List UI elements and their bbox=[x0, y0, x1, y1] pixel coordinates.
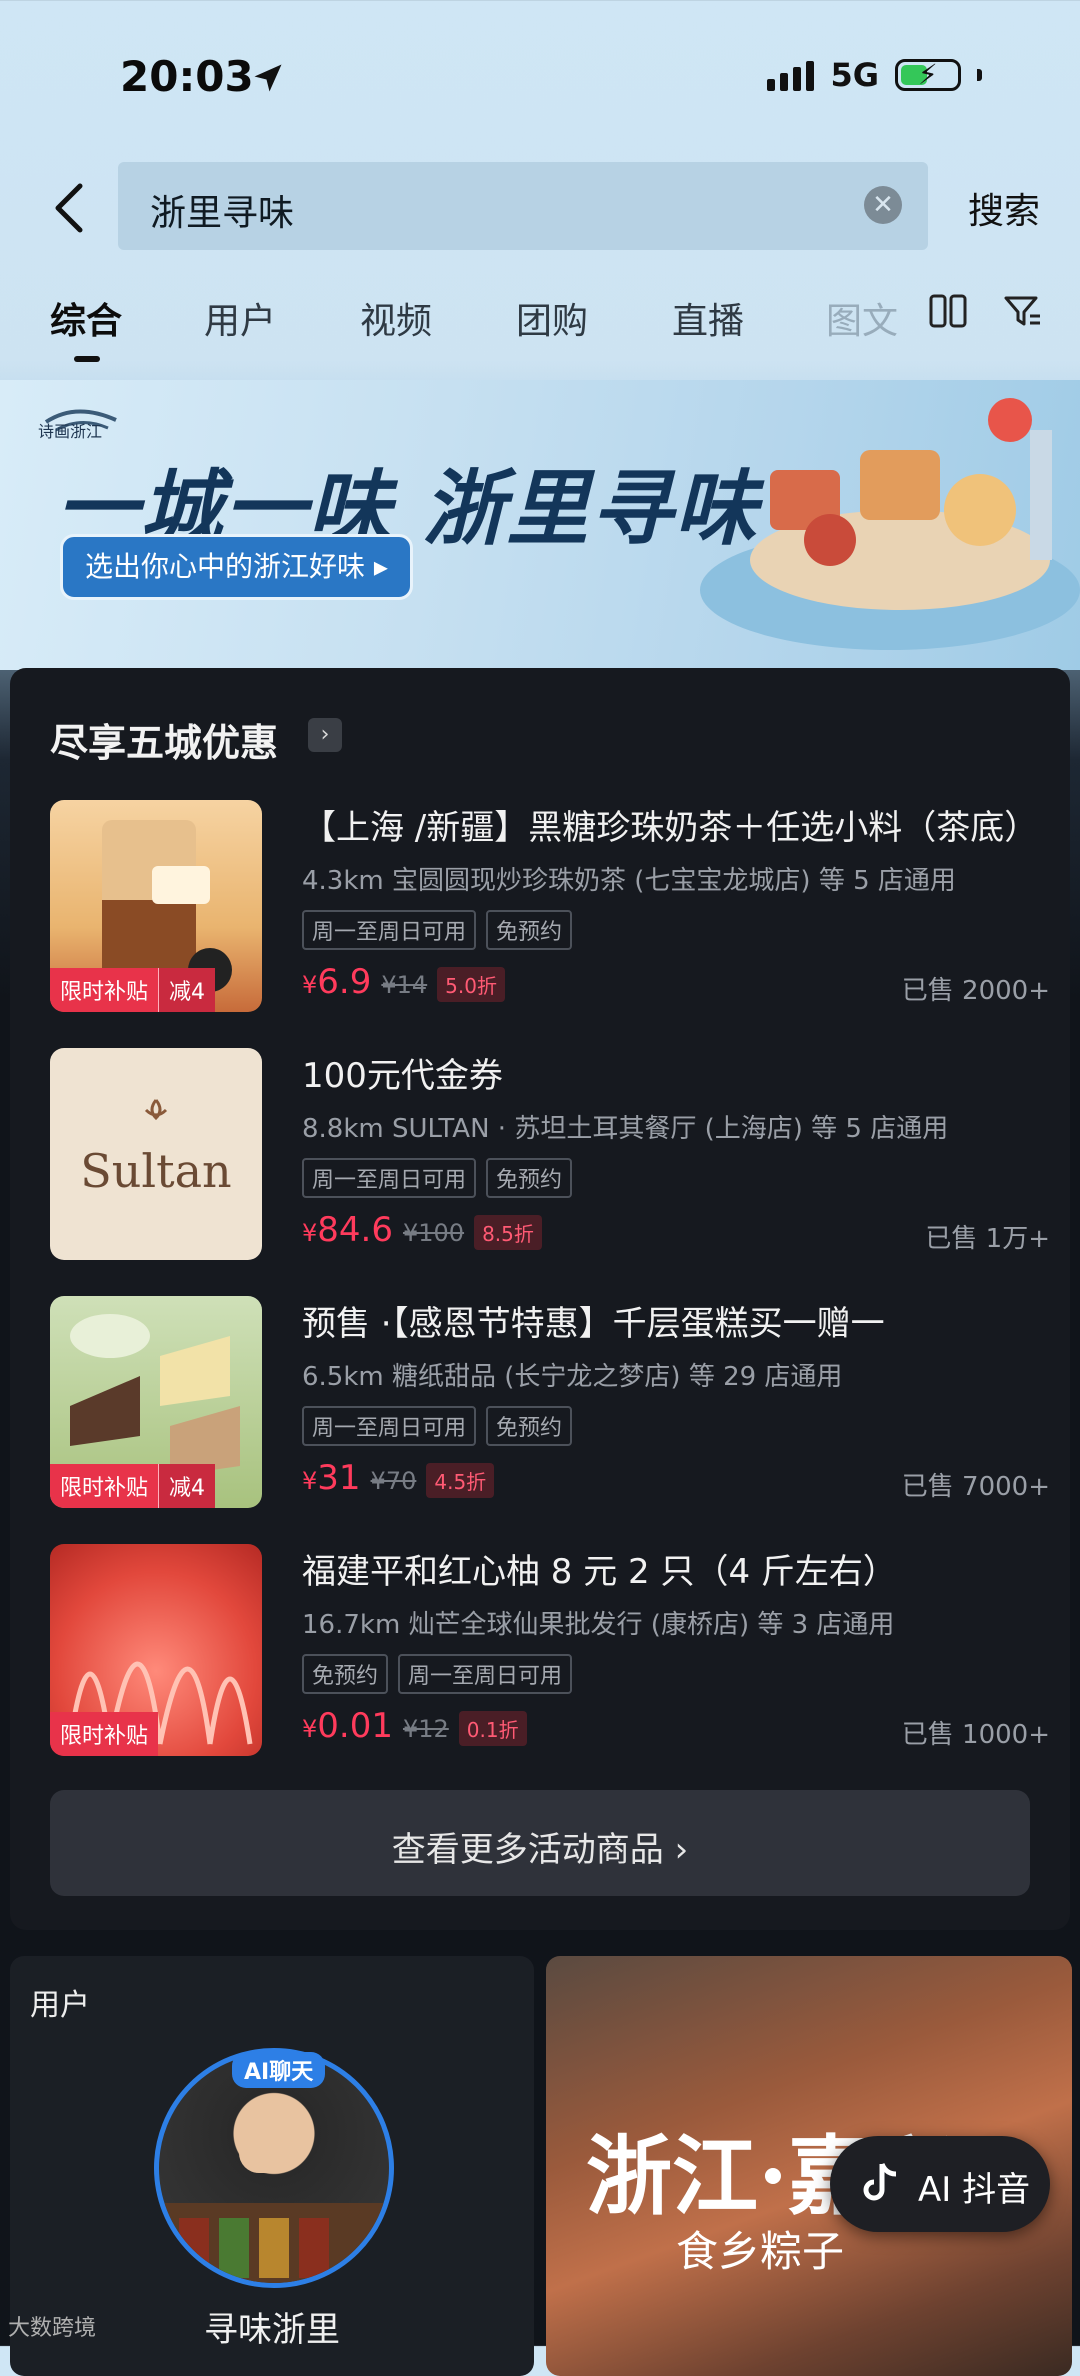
search-input[interactable]: 浙里寻味 ✕ bbox=[118, 162, 928, 250]
deal-tags: 限时补贴 减4 bbox=[50, 968, 216, 1012]
banner-logo-text: 诗画浙江 bbox=[38, 422, 103, 441]
deal-title: 100元代金券 bbox=[302, 1056, 503, 1096]
tab-image-text[interactable]: 图文 bbox=[826, 292, 898, 344]
price-row: ¥84.6 ¥100 8.5折 bbox=[302, 1210, 542, 1250]
food-island-illustration bbox=[700, 398, 1080, 650]
deal-item[interactable]: 限时补贴 减4 【上海 /新疆】黑糖珍珠奶茶＋任选小料（茶底） 4.3km 宝圆… bbox=[50, 800, 1050, 1014]
original-price: ¥12 bbox=[402, 1715, 449, 1743]
deal-title: 福建平和红心柚 8 元 2 只（4 斤左右） bbox=[302, 1552, 897, 1592]
sold-count: 已售 1万+ bbox=[925, 1224, 1050, 1254]
tab-videos[interactable]: 视频 bbox=[360, 292, 432, 344]
filter-icon[interactable] bbox=[1002, 292, 1042, 332]
deal-title: 预售 ·【感恩节特惠】千层蛋糕买一赠一 bbox=[302, 1304, 885, 1344]
battery-nub bbox=[977, 69, 982, 81]
sultan-wordmark: Sultan bbox=[80, 1144, 232, 1198]
discount-tag: 减4 bbox=[158, 1464, 216, 1508]
chip: 周一至周日可用 bbox=[302, 910, 477, 950]
chip: 周一至周日可用 bbox=[302, 1406, 477, 1446]
deal-price: ¥31 bbox=[302, 1458, 361, 1498]
chip: 周一至周日可用 bbox=[398, 1654, 573, 1694]
tab-group-buy[interactable]: 团购 bbox=[516, 292, 588, 344]
subsidy-tag: 限时补贴 bbox=[50, 1712, 159, 1756]
discount-tag: 减4 bbox=[158, 968, 216, 1012]
deal-chips: 周一至周日可用 免预约 bbox=[302, 1406, 573, 1446]
deal-item[interactable]: 限时补贴 减4 预售 ·【感恩节特惠】千层蛋糕买一赠一 6.5km 糖纸甜品 (… bbox=[50, 1296, 1050, 1510]
deal-item[interactable]: 限时补贴 福建平和红心柚 8 元 2 只（4 斤左右） 16.7km 灿芒全球仙… bbox=[50, 1544, 1050, 1758]
watermark: 大数跨境 bbox=[8, 2316, 97, 2341]
chevron-right-icon: › bbox=[674, 1830, 689, 1870]
deal-store: 4.3km 宝圆圆现炒珍珠奶茶 (七宝宝龙城店) 等 5 店通用 bbox=[302, 866, 956, 896]
discount-rate: 0.1折 bbox=[458, 1711, 527, 1746]
section-label-users: 用户 bbox=[30, 1988, 90, 2023]
deal-chips: 周一至周日可用 免预约 bbox=[302, 1158, 573, 1198]
back-arrow-icon[interactable] bbox=[44, 180, 94, 236]
chip: 免预约 bbox=[486, 910, 573, 950]
deal-store: 6.5km 糖纸甜品 (长宁龙之梦店) 等 29 店通用 bbox=[302, 1362, 843, 1392]
tab-users[interactable]: 用户 bbox=[204, 292, 276, 344]
original-price: ¥14 bbox=[381, 971, 428, 999]
discount-rate: 4.5折 bbox=[426, 1463, 495, 1498]
view-more-deals-button[interactable]: 查看更多活动商品 › bbox=[50, 1790, 1030, 1896]
deal-title: 【上海 /新疆】黑糖珍珠奶茶＋任选小料（茶底） bbox=[302, 808, 1039, 848]
deal-thumbnail: 限时补贴 减4 bbox=[50, 1296, 262, 1508]
ai-douyin-button[interactable]: AI 抖音 bbox=[830, 2136, 1050, 2232]
banner-cta-button[interactable]: 选出你心中的浙江好味 ▸ bbox=[60, 534, 413, 600]
discount-rate: 5.0折 bbox=[437, 967, 505, 1002]
sold-count: 已售 7000+ bbox=[901, 1472, 1050, 1502]
deal-thumbnail: 限时补贴 减4 bbox=[50, 800, 262, 1012]
location-arrow-icon bbox=[254, 64, 282, 92]
chevron-right-icon[interactable]: › bbox=[308, 718, 342, 752]
chip: 免预约 bbox=[486, 1158, 573, 1198]
sold-count: 已售 2000+ bbox=[901, 976, 1050, 1006]
ai-douyin-label: AI 抖音 bbox=[918, 2170, 1031, 2210]
sold-count: 已售 1000+ bbox=[901, 1720, 1050, 1750]
active-tab-indicator bbox=[74, 356, 100, 362]
chip: 免预约 bbox=[486, 1406, 573, 1446]
deal-price: ¥0.01 bbox=[302, 1706, 393, 1746]
status-time: 20:03 bbox=[120, 52, 254, 101]
price-row: ¥0.01 ¥12 0.1折 bbox=[302, 1706, 527, 1746]
chip: 周一至周日可用 bbox=[302, 1158, 477, 1198]
battery-icon: ⚡ bbox=[895, 58, 961, 91]
chip: 免预约 bbox=[302, 1654, 389, 1694]
deal-tags: 限时补贴 减4 bbox=[50, 1464, 216, 1508]
ai-chat-badge[interactable]: AI聊天 bbox=[232, 2052, 326, 2088]
deal-tags: 限时补贴 bbox=[50, 1712, 159, 1756]
deals-title[interactable]: 尽享五城优惠 bbox=[50, 712, 278, 767]
deal-price: ¥6.9 bbox=[302, 962, 372, 1002]
deal-thumbnail: 限时补贴 bbox=[50, 1544, 262, 1756]
result-tabs: 综合 用户 视频 团购 直播 图文 bbox=[0, 286, 1080, 366]
deal-chips: 免预约 周一至周日可用 bbox=[302, 1654, 573, 1694]
layout-toggle-icon[interactable] bbox=[928, 292, 968, 332]
original-price: ¥100 bbox=[402, 1219, 465, 1247]
view-more-label: 查看更多活动商品 bbox=[391, 1830, 664, 1870]
deal-price: ¥84.6 bbox=[302, 1210, 393, 1250]
deal-item[interactable]: Sultan 100元代金券 8.8km SULTAN · 苏坦土耳其餐厅 (上… bbox=[50, 1048, 1050, 1262]
tab-general[interactable]: 综合 bbox=[50, 292, 122, 344]
promo-banner[interactable]: 诗画浙江 一城一味 浙里寻味 选出你心中的浙江好味 ▸ bbox=[0, 380, 1080, 670]
video-subtitle: 食乡粽子 bbox=[676, 2227, 845, 2276]
deal-store: 16.7km 灿芒全球仙果批发行 (康桥店) 等 3 店通用 bbox=[302, 1610, 895, 1640]
price-row: ¥31 ¥70 4.5折 bbox=[302, 1458, 495, 1498]
subsidy-tag: 限时补贴 bbox=[50, 968, 159, 1012]
deals-section: 尽享五城优惠 › 限时补贴 减4 【上海 /新疆】黑糖珍珠奶茶＋任选小料（茶底）… bbox=[10, 668, 1070, 1930]
douyin-logo-icon bbox=[863, 2162, 897, 2201]
clear-icon[interactable]: ✕ bbox=[864, 186, 902, 224]
deal-store: 8.8km SULTAN · 苏坦土耳其餐厅 (上海店) 等 5 店通用 bbox=[302, 1114, 949, 1144]
search-button[interactable]: 搜索 bbox=[968, 182, 1040, 234]
deal-thumbnail: Sultan bbox=[50, 1048, 262, 1260]
search-query: 浙里寻味 bbox=[150, 193, 295, 234]
signal-icon bbox=[767, 59, 815, 91]
network-type: 5G bbox=[830, 56, 879, 94]
status-indicators: 5G ⚡ bbox=[767, 56, 982, 94]
deal-chips: 周一至周日可用 免预约 bbox=[302, 910, 573, 950]
discount-rate: 8.5折 bbox=[474, 1215, 542, 1250]
original-price: ¥70 bbox=[370, 1467, 417, 1495]
tab-live[interactable]: 直播 bbox=[672, 292, 744, 344]
price-row: ¥6.9 ¥14 5.0折 bbox=[302, 962, 505, 1002]
subsidy-tag: 限时补贴 bbox=[50, 1464, 159, 1508]
